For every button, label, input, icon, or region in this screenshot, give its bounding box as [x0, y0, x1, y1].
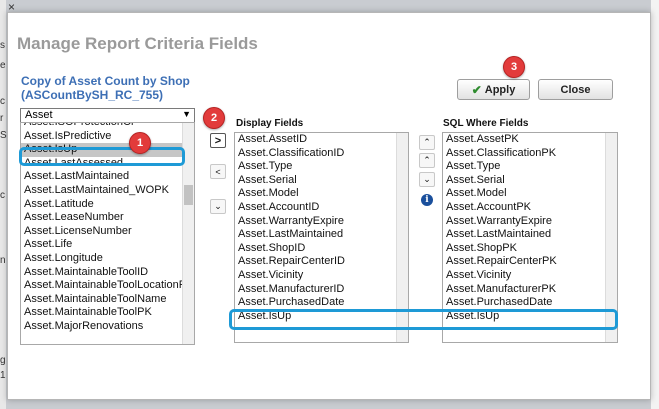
step-badge-3: 3 — [503, 56, 525, 78]
display-fields-label: Display Fields — [236, 118, 304, 129]
list-item[interactable]: Asset.WarrantyExpire — [235, 215, 408, 229]
list-item[interactable]: Asset.Longitude — [21, 252, 194, 266]
move-down-display-button[interactable]: ⌄ — [210, 199, 226, 214]
background-text-fragment: e — [0, 60, 6, 71]
available-fields-list[interactable]: Asset.ISOProtectionCl Asset.IsPredictive A… — [20, 122, 195, 345]
list-item[interactable]: Asset.MaintainableToolPK — [21, 306, 194, 320]
chevron-right-icon: > — [214, 134, 222, 147]
display-fields-list[interactable]: Asset.AssetID Asset.ClassificationID Asset… — [234, 132, 409, 343]
list-item[interactable]: Asset.ManufacturerID — [235, 283, 408, 297]
apply-button[interactable]: ✔ Apply — [457, 79, 530, 100]
list-item[interactable]: Asset.IsUp — [235, 310, 408, 324]
sql-where-fields-list[interactable]: Asset.AssetPK Asset.ClassificationPK Asset… — [442, 132, 618, 343]
list-item[interactable]: Asset.MaintainableToolID — [21, 266, 194, 280]
move-up-sql-button-2[interactable]: ⌃ — [419, 153, 435, 168]
list-item[interactable]: Asset.ManufacturerPK — [443, 283, 617, 297]
display-fields-scrollbar[interactable] — [396, 133, 408, 342]
step-badge-2: 2 — [203, 107, 225, 129]
report-name-line2: (ASCountBySH_RC_755) — [21, 88, 164, 102]
list-item[interactable]: Asset.ISOProtectionCl — [21, 123, 194, 130]
list-item[interactable]: Asset.AccountID — [235, 201, 408, 215]
background-text-fragment: 1 — [0, 370, 6, 381]
list-item[interactable]: Asset.ShopID — [235, 242, 408, 256]
background-right-strip — [651, 0, 659, 409]
info-icon[interactable]: i — [421, 194, 433, 206]
list-item[interactable]: Asset.LicenseNumber — [21, 225, 194, 239]
sql-where-fields-label: SQL Where Fields — [443, 118, 529, 129]
list-item[interactable]: Asset.Vicinity — [235, 269, 408, 283]
list-item[interactable]: Asset.LastMaintained — [21, 170, 194, 184]
chevron-up-icon: ⌃ — [423, 137, 431, 147]
chevron-down-icon: ▼ — [182, 109, 191, 119]
scrollbar-thumb[interactable] — [184, 185, 193, 205]
background-text-fragment: S — [0, 130, 7, 141]
list-item[interactable]: Asset.MaintainableToolName — [21, 293, 194, 307]
table-select-value: Asset — [25, 109, 53, 121]
chevron-down-icon: ⌄ — [423, 174, 431, 184]
apply-button-label: Apply — [484, 83, 516, 96]
list-item[interactable]: Asset.IsUp — [21, 143, 194, 157]
report-name-line1: Copy of Asset Count by Shop — [21, 74, 190, 88]
background-text-fragment: c — [0, 190, 5, 201]
list-item[interactable]: Asset.PurchasedDate — [235, 296, 408, 310]
list-item[interactable]: Asset.LastMaintained — [443, 228, 617, 242]
list-item[interactable]: Asset.LeaseNumber — [21, 211, 194, 225]
list-item[interactable]: Asset.ShopPK — [443, 242, 617, 256]
chevron-down-icon: ⌄ — [214, 201, 222, 211]
report-name: Copy of Asset Count by Shop (ASCountBySH… — [21, 74, 190, 102]
close-button-label: Close — [560, 83, 591, 96]
list-item[interactable]: Asset.Model — [443, 187, 617, 201]
list-item[interactable]: Asset.Type — [235, 160, 408, 174]
list-item[interactable]: Asset.Serial — [443, 174, 617, 188]
list-item[interactable]: Asset.IsUp — [443, 310, 617, 324]
list-item[interactable]: Asset.WarrantyExpire — [443, 215, 617, 229]
info-glyph: i — [425, 195, 429, 205]
chevron-left-icon: < — [215, 166, 221, 177]
list-item[interactable]: Asset.Life — [21, 238, 194, 252]
step-badge-1: 1 — [129, 132, 151, 154]
list-item[interactable]: Asset.Type — [443, 160, 617, 174]
background-text-fragment: s — [0, 40, 5, 51]
background-text-fragment: n — [0, 255, 6, 266]
list-item[interactable]: Asset.Latitude — [21, 198, 194, 212]
move-up-sql-button[interactable]: ⌃ — [419, 135, 435, 150]
sql-where-fields-scrollbar[interactable] — [605, 133, 617, 342]
list-item[interactable]: Asset.MaintainableToolLocationP — [21, 279, 194, 293]
background-text-fragment: g — [0, 355, 6, 366]
list-item[interactable]: Asset.LastMaintained_WOPK — [21, 184, 194, 198]
list-item[interactable]: Asset.MajorRenovations — [21, 320, 194, 334]
dialog-title: Manage Report Criteria Fields — [17, 34, 258, 53]
background-text-fragment: r — [0, 113, 4, 124]
list-item[interactable]: Asset.ClassificationPK — [443, 147, 617, 161]
list-item[interactable]: Asset.Serial — [235, 174, 408, 188]
checkmark-icon: ✔ — [471, 82, 482, 97]
move-down-sql-button[interactable]: ⌄ — [419, 172, 435, 187]
list-item[interactable]: Asset.AssetPK — [443, 133, 617, 147]
list-item[interactable]: Asset.ClassificationID — [235, 147, 408, 161]
list-item[interactable]: Asset.LastAssessed — [21, 157, 194, 171]
table-select[interactable]: Asset ▼ — [20, 108, 195, 123]
list-item[interactable]: Asset.Model — [235, 187, 408, 201]
list-item[interactable]: Asset.PurchasedDate — [443, 296, 617, 310]
add-field-button[interactable]: > — [210, 133, 226, 148]
list-item[interactable]: Asset.LastMaintained — [235, 228, 408, 242]
list-item[interactable]: Asset.RepairCenterPK — [443, 255, 617, 269]
list-item[interactable]: Asset.IsPredictive — [21, 130, 194, 144]
list-item[interactable]: Asset.RepairCenterID — [235, 255, 408, 269]
list-item[interactable]: Asset.AssetID — [235, 133, 408, 147]
chevron-up-icon: ⌃ — [423, 155, 431, 165]
list-item[interactable]: Asset.AccountPK — [443, 201, 617, 215]
remove-field-button[interactable]: < — [210, 164, 226, 179]
available-fields-scrollbar[interactable] — [182, 123, 194, 344]
background-text-fragment: c — [0, 96, 5, 107]
close-button[interactable]: Close — [538, 79, 613, 100]
list-item[interactable]: Asset.Vicinity — [443, 269, 617, 283]
